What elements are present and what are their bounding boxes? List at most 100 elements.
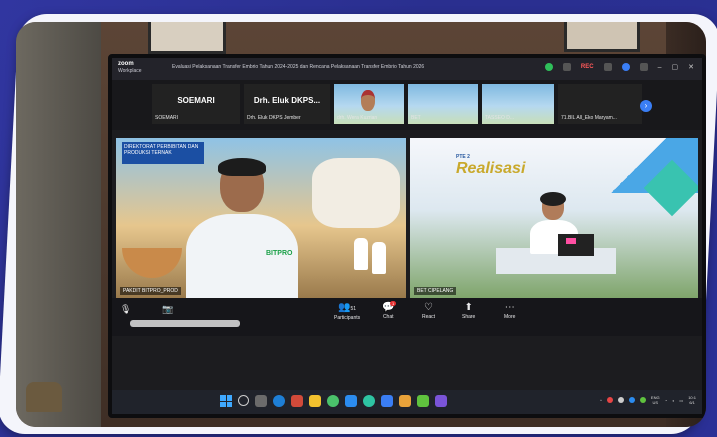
participant-name: TASSEO D...: [485, 115, 515, 121]
zoom-product: Workplace: [118, 68, 142, 74]
edge-icon[interactable]: [273, 395, 285, 407]
chat-label: Chat: [382, 314, 394, 320]
chat-badge: 1: [390, 301, 397, 306]
heart-icon: ♡: [424, 302, 434, 313]
wall-portrait-right: [564, 22, 640, 52]
task-view-icon[interactable]: [255, 395, 267, 407]
app-icon-teal[interactable]: [363, 395, 375, 407]
room-photo: zoom Workplace Evaluasi Pelaksanaan Tran…: [16, 22, 706, 427]
minimize-icon[interactable]: –: [658, 64, 662, 71]
video-name-label: BET CIPELANG: [414, 287, 457, 295]
video-name-label: PAKDIT BITPRO_PROD: [120, 287, 181, 295]
tray-icon[interactable]: [639, 397, 646, 403]
battery-icon[interactable]: ▭: [679, 398, 683, 403]
windows-start-icon[interactable]: [220, 395, 232, 407]
speaker-video-left[interactable]: DIREKTORAT PERBIBITAN DAN PRODUKSI TERNA…: [116, 138, 406, 298]
security-shield-icon[interactable]: [544, 63, 553, 71]
tray-icon[interactable]: [606, 397, 613, 403]
tray-icon[interactable]: [617, 397, 624, 403]
clock[interactable]: 10:1 6/1: [688, 395, 696, 405]
react-button[interactable]: ♡ React: [422, 302, 435, 320]
camera-icon[interactable]: 📷: [162, 304, 173, 314]
view-icon[interactable]: [562, 63, 571, 71]
file-explorer-icon[interactable]: [309, 395, 321, 407]
participant-tile[interactable]: SOEMARI SOEMARI: [152, 84, 240, 124]
region-code: US: [652, 400, 659, 405]
milk-bottle: [354, 238, 368, 270]
laptop-screen-element: [566, 238, 576, 244]
laptop: [558, 234, 594, 256]
app-icon-blue[interactable]: [381, 395, 393, 407]
chat-button[interactable]: 💬 1 Chat: [382, 301, 397, 320]
title-bar-controls: REC – ▢ ✕: [544, 63, 694, 71]
app-icon-green[interactable]: [417, 395, 429, 407]
share-screen-icon: ⬆: [464, 302, 473, 313]
monitor-screen: zoom Workplace Evaluasi Pelaksanaan Tran…: [108, 54, 706, 418]
wifi-icon[interactable]: ◔: [665, 398, 667, 403]
participant-tile[interactable]: drh. Wera Kuzrian: [334, 84, 404, 124]
participants-icon: 👥51: [338, 302, 357, 313]
participant-name: drh. Wera Kuzrian: [337, 115, 378, 121]
left-wall: [16, 22, 101, 427]
participants-button[interactable]: 👥51 Participants: [334, 302, 360, 321]
audio-video-controls: 🎙 📷: [120, 304, 173, 315]
react-label: React: [422, 314, 436, 320]
share-button[interactable]: ⬆ Share: [462, 302, 475, 320]
plant-pot: [26, 382, 62, 412]
volume-icon[interactable]: ◖: [672, 398, 674, 403]
close-icon[interactable]: ✕: [688, 63, 694, 71]
participant-display-name: SOEMARI: [177, 96, 215, 105]
app-icon-purple[interactable]: [435, 395, 447, 407]
speaker-video-right[interactable]: PTE 2 Realisasi BET CIPELANG: [410, 138, 698, 298]
next-page-button[interactable]: ›: [640, 100, 652, 112]
participant-face: [361, 90, 375, 111]
presenter-hair: [540, 192, 566, 206]
wall-portrait-left: [148, 22, 226, 54]
event-title: PTE 2 Realisasi: [456, 154, 525, 178]
participant-tile[interactable]: Drh. Eluk DKPS... Drh. Eluk DKPS Jember: [244, 84, 330, 124]
app-icon-orange[interactable]: [399, 395, 411, 407]
meeting-title: Evaluasi Pelaksanaan Transfer Embrio Tah…: [172, 64, 425, 70]
participant-name: SOEMARI: [155, 115, 179, 121]
share-label: Share: [462, 314, 476, 320]
participants-count: 51: [350, 306, 357, 312]
participant-strip: SOEMARI SOEMARI Drh. Eluk DKPS... Drh. E…: [112, 80, 702, 130]
participant-name: Drh. Eluk DKPS Jember: [247, 115, 301, 121]
fullscreen-icon[interactable]: [639, 63, 648, 71]
chrome-icon[interactable]: [327, 395, 339, 407]
participant-tile[interactable]: TASSEO D...: [482, 84, 554, 124]
speaker-person: BITPRO: [186, 158, 298, 298]
cow-image: [312, 158, 400, 228]
caption-bar: [130, 320, 240, 327]
participant-tile[interactable]: 71.BIL All_Eko Maryam...: [558, 84, 642, 124]
maximize-icon[interactable]: ▢: [672, 63, 679, 71]
zoom-logo: zoom Workplace: [118, 61, 142, 75]
participant-tile[interactable]: BET: [408, 84, 478, 124]
event-title-text: Realisasi: [456, 160, 526, 177]
chevron-up-icon[interactable]: ^: [600, 398, 602, 403]
shirt-logo: BITPRO: [266, 250, 293, 257]
layout-icon[interactable]: [603, 63, 612, 71]
zoom-title-bar: zoom Workplace Evaluasi Pelaksanaan Tran…: [112, 58, 702, 80]
milk-bottle: [372, 242, 386, 274]
more-button[interactable]: ⋯ More: [504, 302, 515, 320]
participants-label: Participants: [334, 315, 361, 321]
clock-date: 6/1: [689, 400, 695, 405]
tray-icon[interactable]: [628, 397, 635, 403]
taskbar-apps: [220, 395, 447, 407]
app-icon-red[interactable]: [291, 395, 303, 407]
egg-basket: [122, 248, 182, 278]
system-tray: ^ ENG US ◔ ◖ ▭ 10:1 6/1: [600, 395, 696, 405]
rec-indicator[interactable]: REC: [581, 64, 594, 70]
speaker-hair: [218, 158, 266, 176]
profile-icon[interactable]: [621, 63, 630, 71]
more-label: More: [504, 314, 516, 320]
language-indicator[interactable]: ENG US: [651, 395, 660, 405]
search-icon[interactable]: [238, 395, 249, 406]
windows-taskbar: ^ ENG US ◔ ◖ ▭ 10:1 6/1: [112, 390, 702, 414]
mic-icon[interactable]: 🎙: [120, 304, 131, 314]
participant-name: BET: [411, 115, 421, 121]
participant-name: 71.BIL All_Eko Maryam...: [561, 115, 617, 121]
meeting-toolbar: 🎙 📷 👥51 Participants 💬 1 Chat ♡ React ⬆ …: [112, 298, 702, 336]
zoom-app-icon[interactable]: [345, 395, 357, 407]
